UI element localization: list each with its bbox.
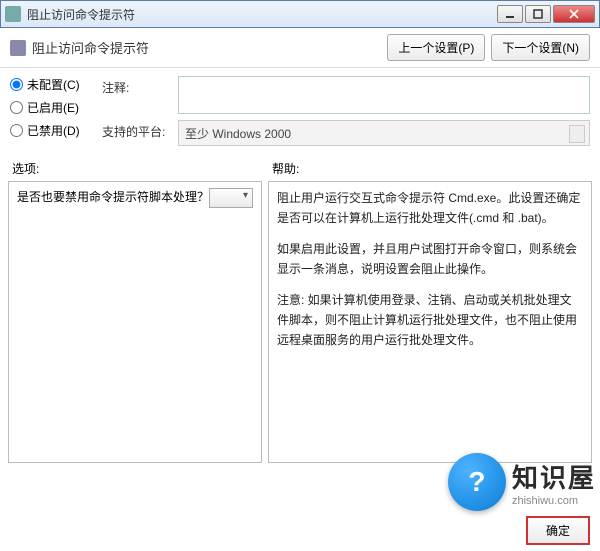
bottom-bar: 确定 [526, 516, 590, 545]
prev-setting-button[interactable]: 上一个设置(P) [387, 34, 485, 61]
options-panel: 是否也要禁用命令提示符脚本处理？ [8, 181, 262, 463]
radio-disabled-input[interactable] [10, 124, 23, 137]
watermark: ? 知识屋 zhishiwu.com [448, 453, 596, 511]
help-p3: 注意: 如果计算机使用登录、注销、启动或关机批处理文件脚本，则不阻止计算机运行批… [277, 290, 583, 351]
window-title: 阻止访问命令提示符 [27, 6, 497, 23]
watermark-icon: ? [448, 453, 506, 511]
radio-not-configured[interactable]: 未配置(C) [10, 76, 92, 93]
radio-not-configured-input[interactable] [10, 78, 23, 91]
options-question: 是否也要禁用命令提示符脚本处理？ [17, 190, 209, 204]
mid-labels: 选项: 帮助: [0, 156, 600, 179]
app-icon [5, 6, 21, 22]
radio-not-configured-label: 未配置(C) [27, 76, 80, 93]
watermark-url: zhishiwu.com [512, 495, 596, 507]
platform-label: 支持的平台: [102, 120, 172, 140]
config-area: 未配置(C) 已启用(E) 已禁用(D) 注释: 支持的平台: 至少 Windo… [0, 68, 600, 156]
policy-icon [10, 40, 26, 56]
radio-enabled-label: 已启用(E) [27, 99, 79, 116]
comment-input[interactable] [178, 76, 590, 114]
policy-title: 阻止访问命令提示符 [32, 38, 149, 57]
help-panel: 阻止用户运行交互式命令提示符 Cmd.exe。此设置还确定是否可以在计算机上运行… [268, 181, 592, 463]
help-p1: 阻止用户运行交互式命令提示符 Cmd.exe。此设置还确定是否可以在计算机上运行… [277, 188, 583, 229]
header-row: 阻止访问命令提示符 上一个设置(P) 下一个设置(N) [0, 28, 600, 68]
script-processing-select[interactable] [209, 188, 253, 208]
close-button[interactable] [553, 5, 595, 23]
state-radios: 未配置(C) 已启用(E) 已禁用(D) [10, 76, 92, 146]
panels: 是否也要禁用命令提示符脚本处理？ 阻止用户运行交互式命令提示符 Cmd.exe。… [0, 179, 600, 469]
radio-disabled-label: 已禁用(D) [27, 122, 80, 139]
minimize-button[interactable] [497, 5, 523, 23]
next-setting-button[interactable]: 下一个设置(N) [491, 34, 590, 61]
help-p2: 如果启用此设置，并且用户试图打开命令窗口，则系统会显示一条消息，说明设置会阻止此… [277, 239, 583, 280]
window-titlebar: 阻止访问命令提示符 [0, 0, 600, 28]
window-controls [497, 5, 595, 23]
maximize-button[interactable] [525, 5, 551, 23]
platform-value: 至少 Windows 2000 [178, 120, 590, 146]
help-label: 帮助: [272, 160, 299, 177]
watermark-title: 知识屋 [512, 458, 596, 495]
radio-enabled-input[interactable] [10, 101, 23, 114]
radio-disabled[interactable]: 已禁用(D) [10, 122, 92, 139]
ok-button[interactable]: 确定 [526, 516, 590, 545]
options-label: 选项: [12, 160, 272, 177]
radio-enabled[interactable]: 已启用(E) [10, 99, 92, 116]
comment-label: 注释: [102, 76, 172, 96]
